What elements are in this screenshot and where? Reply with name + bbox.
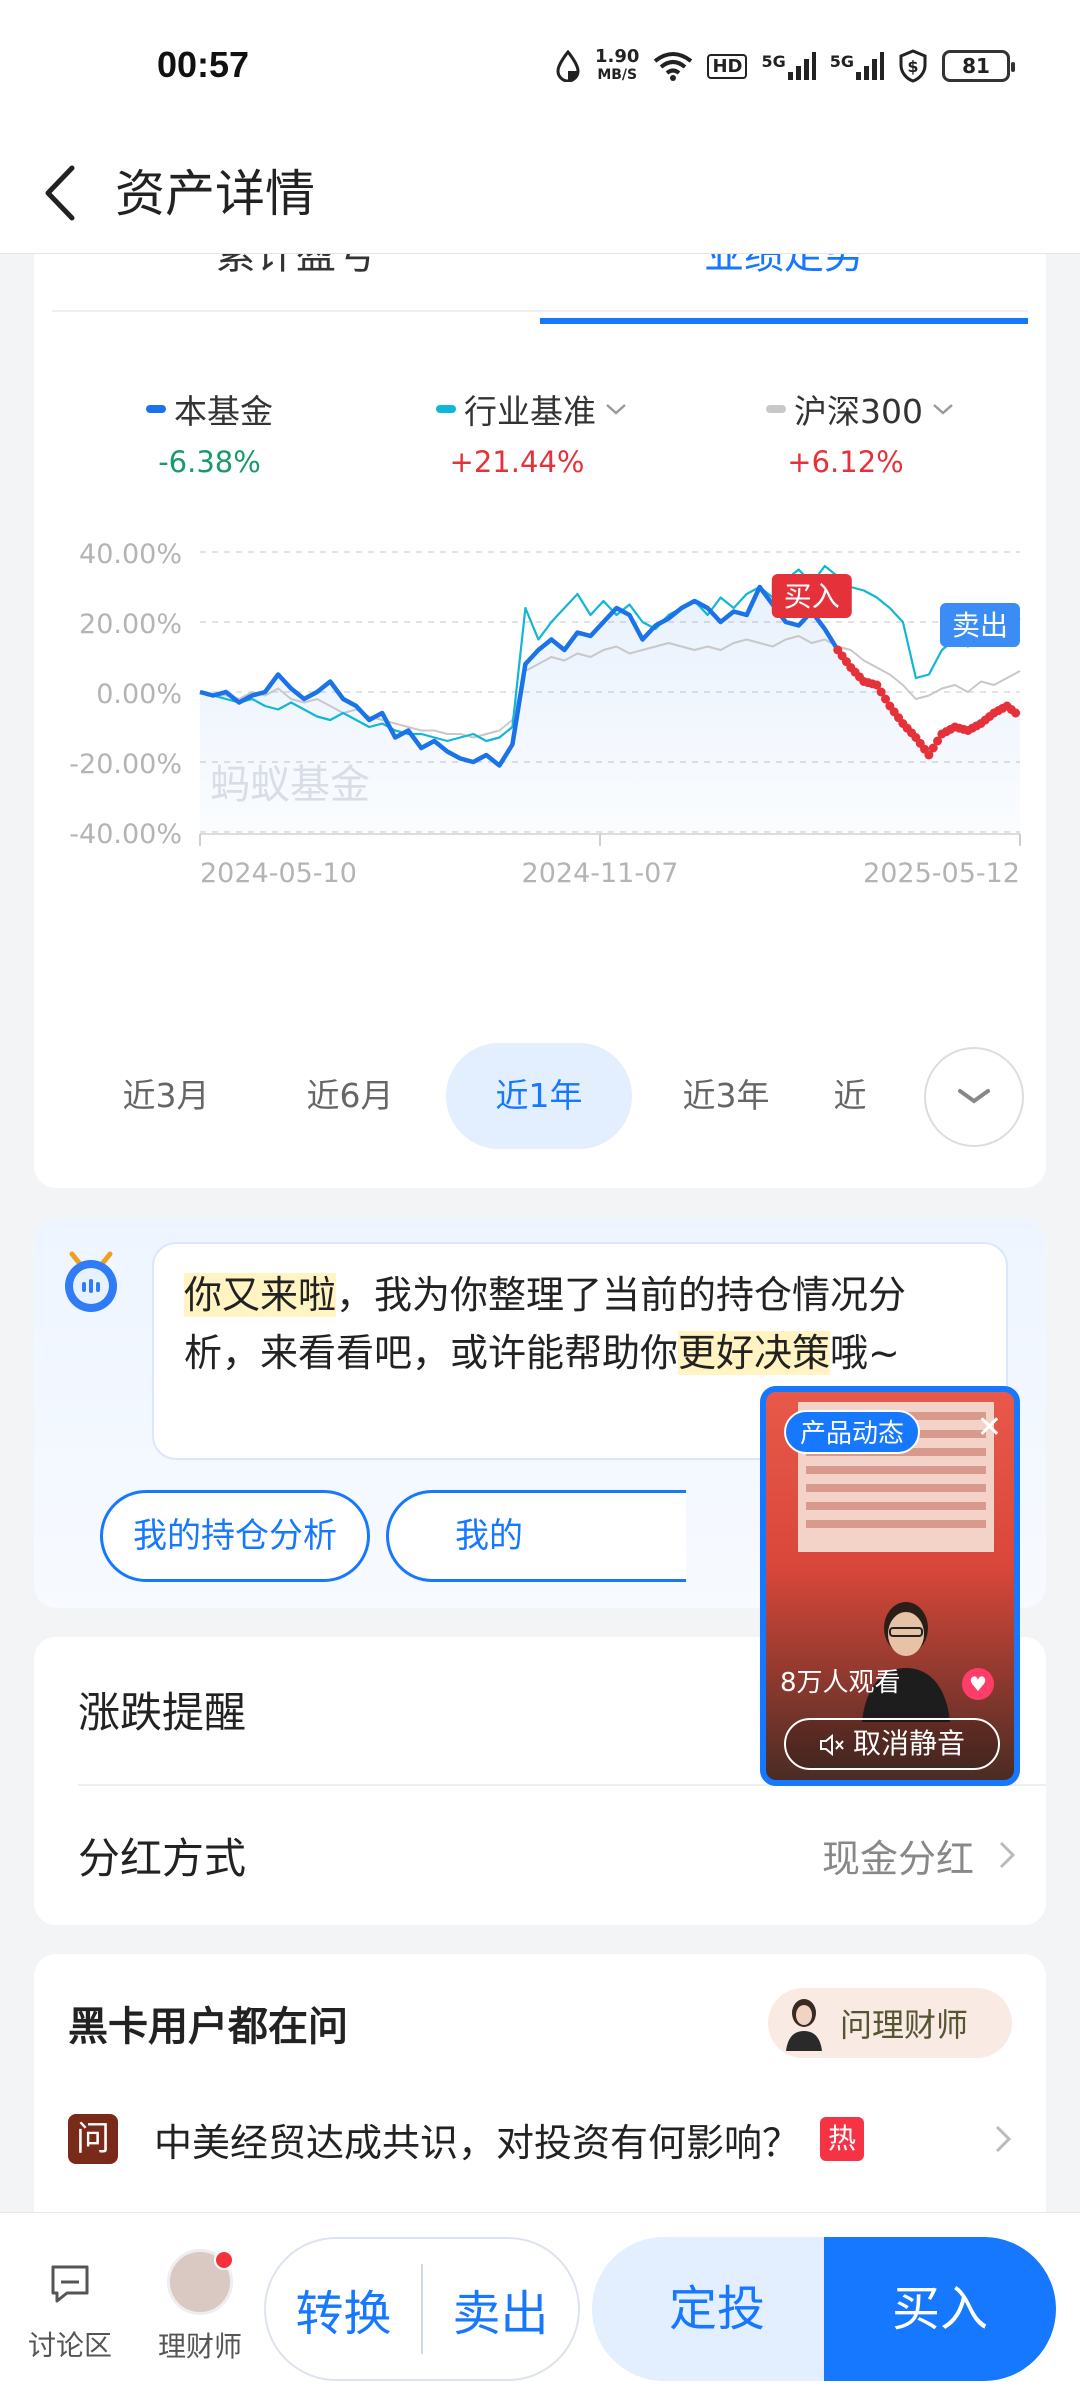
performance-card: 累计盈亏 业绩走势 本基金 -6.38% 行业基准 +21.44% 沪深300 …	[34, 200, 1046, 1188]
security-shield-icon: $	[899, 49, 927, 83]
y-tick-label: 0.00%	[96, 679, 182, 710]
chevron-down-icon	[933, 404, 953, 415]
chevron-down-icon	[606, 404, 626, 415]
heart-icon[interactable]: ♥	[962, 1668, 994, 1700]
y-tick-label: 20.00%	[79, 609, 182, 640]
wifi-icon	[654, 52, 693, 81]
advisor-avatar	[167, 2249, 234, 2315]
convert-sell-group: 转换 卖出	[264, 2237, 580, 2381]
dividend-method-row[interactable]: 分红方式 现金分红	[78, 1783, 1016, 1927]
period-3m[interactable]: 近3月	[76, 1043, 256, 1149]
legend-label: 本基金	[174, 392, 273, 431]
question-text: 中美经贸达成共识，对投资有何影响？	[154, 2120, 801, 2165]
buy-marker-label: 买入	[784, 580, 840, 613]
live-viewer-count: 8万人观看	[780, 1668, 901, 1698]
legend-item-fund: 本基金 -6.38%	[146, 385, 273, 479]
close-icon[interactable]: ✕	[977, 1410, 1002, 1445]
fixed-investment-button[interactable]: 定投	[592, 2237, 842, 2381]
legend-item-benchmark[interactable]: 行业基准 +21.44%	[436, 385, 628, 479]
row-label: 分红方式	[78, 1833, 247, 1883]
qa-title: 黑卡用户都在问	[68, 2004, 348, 2050]
hd-icon: HD	[707, 53, 748, 79]
chart-watermark: 蚂蚁基金	[210, 762, 370, 808]
chevron-right-icon	[995, 2125, 1012, 2153]
ask-advisor-button[interactable]: 问理财师	[768, 1988, 1012, 2058]
legend-value: +6.12%	[787, 445, 904, 479]
chevron-down-icon	[958, 1089, 990, 1104]
data-saver-icon	[556, 50, 580, 82]
dividend-value: 现金分红	[821, 1836, 974, 1881]
legend-label: 行业基准	[464, 392, 596, 431]
battery-icon: 81	[942, 50, 1015, 82]
status-bar: 00:57 1.90 MB/S HD 5G 5G $ 81	[0, 0, 1080, 130]
performance-chart[interactable]: 40.00% 20.00% 0.00% -20.00% -40.00% 2024-05-1…	[34, 500, 1046, 1010]
status-icons: 1.90 MB/S HD 5G 5G $ 81	[555, 46, 1015, 84]
period-3y[interactable]: 近3年	[636, 1043, 816, 1149]
period-1y[interactable]: 近1年	[446, 1043, 632, 1149]
legend-item-csi300[interactable]: 沪深300 +6.12%	[766, 385, 955, 479]
question-icon: 问	[68, 2114, 118, 2164]
discussion-button[interactable]: 讨论区	[24, 2261, 116, 2364]
header: 资产详情	[0, 130, 1080, 254]
legend-swatch	[436, 405, 456, 413]
holding-period-dot	[1011, 708, 1021, 718]
x-tick-label: 2024-11-07	[522, 858, 679, 889]
expand-periods-button[interactable]	[924, 1047, 1024, 1147]
qa-question-item[interactable]: 问 中美经贸达成共识，对投资有何影响？ 热	[68, 2104, 1012, 2174]
period-more[interactable]: 近	[810, 1043, 890, 1149]
holding-analysis-button[interactable]: 我的持仓分析	[100, 1490, 370, 1582]
period-6m[interactable]: 近6月	[260, 1043, 440, 1149]
live-badge: 产品动态	[784, 1410, 921, 1454]
live-video-widget[interactable]: 产品动态 ✕ 8万人观看 ♥ 取消静音	[760, 1386, 1020, 1786]
legend-value: -6.38%	[158, 445, 261, 479]
advisor-button[interactable]: 理财师	[150, 2249, 250, 2365]
chart-legend: 本基金 -6.38% 行业基准 +21.44% 沪深300 +6.12%	[34, 385, 1046, 485]
y-tick-label: -20.00%	[69, 749, 182, 780]
period-selector: 近3月 近6月 近1年 近3年 近	[34, 1043, 1046, 1149]
x-tick-label: 2024-05-10	[200, 858, 357, 889]
message-highlight: 你又来啦	[184, 1273, 337, 1317]
message-text: 哦~	[830, 1331, 900, 1375]
buy-marker: 买入	[771, 574, 852, 618]
advisor-avatar-icon	[786, 1999, 822, 2051]
y-tick-label: -40.00%	[69, 819, 182, 850]
back-arrow-icon[interactable]	[38, 158, 88, 228]
svg-text:$: $	[907, 57, 918, 76]
status-time: 00:57	[157, 44, 250, 85]
net-speed: 1.90 MB/S	[595, 46, 640, 84]
sell-marker-label: 卖出	[952, 609, 1008, 642]
row-label: 涨跌提醒	[78, 1687, 247, 1737]
chevron-right-icon	[999, 1841, 1016, 1869]
legend-swatch	[766, 405, 786, 413]
message-highlight: 更好决策	[678, 1331, 831, 1375]
bottom-action-bar: 讨论区 理财师 转换 卖出 定投 买入	[0, 2212, 1080, 2400]
y-tick-label: 40.00%	[79, 539, 182, 570]
my-other-button[interactable]: 我的	[386, 1490, 686, 1582]
advisor-label: 理财师	[157, 2330, 242, 2363]
buy-button[interactable]: 买入	[824, 2237, 1056, 2381]
muted-speaker-icon	[819, 1733, 844, 1757]
page-title: 资产详情	[115, 165, 315, 223]
ask-advisor-label: 问理财师	[840, 2006, 969, 2044]
x-tick-label: 2025-05-12	[863, 858, 1020, 889]
live-host-image	[862, 1602, 950, 1722]
convert-button[interactable]: 转换	[266, 2274, 421, 2344]
legend-label: 沪深300	[794, 392, 923, 431]
chat-bubble-icon	[51, 2265, 89, 2303]
unmute-button[interactable]: 取消静音	[784, 1718, 1000, 1770]
signal-2-icon: 5G	[830, 52, 884, 80]
discussion-label: 讨论区	[27, 2329, 112, 2362]
unmute-label: 取消静音	[852, 1727, 965, 1760]
hot-badge: 热	[820, 2117, 865, 2161]
signal-1-icon: 5G	[761, 52, 816, 80]
legend-value: +21.44%	[449, 445, 585, 479]
legend-swatch	[146, 405, 166, 413]
sell-button[interactable]: 卖出	[423, 2274, 578, 2344]
sell-marker: 卖出	[939, 603, 1020, 647]
qa-card: 黑卡用户都在问 问理财师 问 中美经贸达成共识，对投资有何影响？ 热	[34, 1954, 1046, 2254]
assistant-bot-icon	[65, 1251, 117, 1312]
